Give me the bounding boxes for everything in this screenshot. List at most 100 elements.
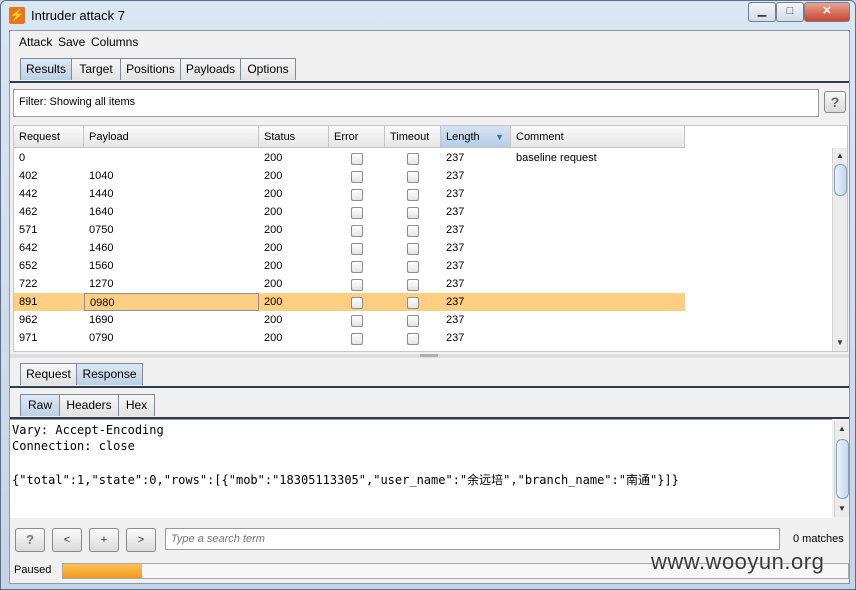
table-row[interactable]: 402 1040 200 237: [14, 167, 685, 185]
column-header-length-label: Length: [446, 131, 480, 143]
cell-comment: [511, 257, 685, 275]
close-icon: ✕: [822, 5, 832, 17]
cell-payload: 0790: [89, 332, 114, 344]
cell-payload: 1460: [89, 242, 114, 254]
maximize-button[interactable]: □: [776, 2, 804, 22]
cell-error-checkbox: [351, 225, 363, 237]
tab-hex[interactable]: Hex: [118, 394, 155, 416]
scroll-down-icon[interactable]: ▼: [834, 337, 846, 349]
scroll-thumb[interactable]: [834, 164, 847, 196]
filter-text: Filter: Showing all items: [19, 96, 136, 108]
splitter-grip-icon[interactable]: [420, 354, 438, 357]
cell-payload: 1640: [89, 206, 114, 218]
scroll-up-icon[interactable]: ▲: [836, 423, 848, 435]
column-header-length[interactable]: Length ▼: [441, 126, 511, 148]
cell-status: 200: [264, 170, 283, 182]
title-bar[interactable]: ⚡ Intruder attack 7 ▁ □ ✕: [1, 1, 855, 30]
table-row[interactable]: 891 0980 200 237: [14, 293, 685, 311]
cell-comment: [511, 311, 685, 329]
column-header-error[interactable]: Error: [329, 126, 385, 148]
cell-error-checkbox: [351, 315, 363, 327]
scroll-up-icon[interactable]: ▲: [834, 150, 846, 162]
cell-request: 442: [19, 188, 38, 200]
tab-request[interactable]: Request: [20, 363, 77, 385]
cell-request: 462: [19, 206, 38, 218]
table-row[interactable]: 571 0750 200 237: [14, 221, 685, 239]
cell-length: 237: [446, 260, 465, 272]
maximize-icon: □: [786, 5, 794, 17]
column-header-comment[interactable]: Comment: [511, 126, 685, 148]
tab-payloads[interactable]: Payloads: [180, 58, 241, 80]
cell-error-checkbox: [351, 243, 363, 255]
tab-results[interactable]: Results: [20, 58, 72, 80]
cell-timeout-checkbox: [407, 243, 419, 255]
table-row[interactable]: 462 1640 200 237: [14, 203, 685, 221]
column-header-status[interactable]: Status: [259, 126, 329, 148]
cell-comment: [511, 185, 685, 203]
column-header-timeout[interactable]: Timeout: [385, 126, 441, 148]
table-row[interactable]: 652 1560 200 237: [14, 257, 685, 275]
cell-status: 200: [264, 242, 283, 254]
column-header-payload[interactable]: Payload: [84, 126, 259, 148]
cell-error-checkbox: [351, 279, 363, 291]
cell-length: 237: [446, 188, 465, 200]
cell-payload: 1560: [89, 260, 114, 272]
column-header-request[interactable]: Request: [14, 126, 84, 148]
table-row[interactable]: 442 1440 200 237: [14, 185, 685, 203]
search-add-button[interactable]: +: [89, 528, 119, 552]
table-row[interactable]: 962 1690 200 237: [14, 311, 685, 329]
search-next-button[interactable]: >: [126, 528, 156, 552]
search-help-button[interactable]: ?: [15, 528, 45, 552]
table-row[interactable]: 971 0790 200 237: [14, 329, 685, 347]
cell-status: 200: [264, 260, 283, 272]
pane-splitter[interactable]: [10, 354, 849, 358]
table-row[interactable]: 0 200 237 baseline request: [14, 149, 685, 167]
tab-headers[interactable]: Headers: [59, 394, 119, 416]
cell-request: 642: [19, 242, 38, 254]
response-scrollbar[interactable]: ▲ ▼: [834, 421, 849, 517]
cell-request: 571: [19, 224, 38, 236]
tab-response[interactable]: Response: [76, 363, 143, 385]
cell-length: 237: [446, 242, 465, 254]
burp-app-icon: ⚡: [9, 7, 25, 24]
cell-timeout-checkbox: [407, 333, 419, 345]
close-button[interactable]: ✕: [804, 2, 850, 22]
cell-timeout-checkbox: [407, 279, 419, 291]
cell-payload: [84, 149, 259, 167]
cell-request: 971: [19, 332, 38, 344]
cell-comment: [511, 275, 685, 293]
response-body[interactable]: Vary: Accept-Encoding Connection: close …: [10, 419, 832, 518]
window-title: Intruder attack 7: [31, 8, 125, 23]
menu-save[interactable]: Save: [58, 35, 85, 49]
filter-help-button[interactable]: ?: [824, 91, 846, 113]
cell-comment: [511, 329, 685, 347]
cell-timeout-checkbox: [407, 315, 419, 327]
cell-status: 200: [264, 188, 283, 200]
table-row[interactable]: 642 1460 200 237: [14, 239, 685, 257]
cell-error-checkbox: [351, 333, 363, 345]
tab-target[interactable]: Target: [71, 58, 121, 80]
table-scrollbar[interactable]: ▲ ▼: [832, 148, 847, 351]
search-input[interactable]: [165, 528, 780, 550]
tab-positions[interactable]: Positions: [120, 58, 181, 80]
filter-bar[interactable]: Filter: Showing all items: [13, 89, 819, 117]
menu-columns[interactable]: Columns: [91, 35, 138, 49]
cell-length: 237: [446, 206, 465, 218]
search-prev-button[interactable]: <: [52, 528, 82, 552]
minimize-button[interactable]: ▁: [748, 2, 776, 22]
cell-length: 237: [446, 332, 465, 344]
progress-fill: [63, 564, 142, 578]
cell-payload: 0750: [89, 224, 114, 236]
response-line: Vary: Accept-Encoding: [12, 423, 164, 437]
scroll-down-icon[interactable]: ▼: [836, 503, 848, 515]
cell-payload: 1690: [89, 314, 114, 326]
table-row[interactable]: 722 1270 200 237: [14, 275, 685, 293]
tab-options[interactable]: Options: [240, 58, 296, 80]
scroll-thumb[interactable]: [836, 439, 849, 499]
cell-length: 237: [446, 314, 465, 326]
cell-length: 237: [446, 296, 465, 308]
tab-raw[interactable]: Raw: [20, 394, 60, 416]
cell-comment: [511, 239, 685, 257]
response-line: {"total":1,"state":0,"rows":[{"mob":"183…: [12, 473, 679, 487]
menu-attack[interactable]: Attack: [19, 35, 52, 49]
